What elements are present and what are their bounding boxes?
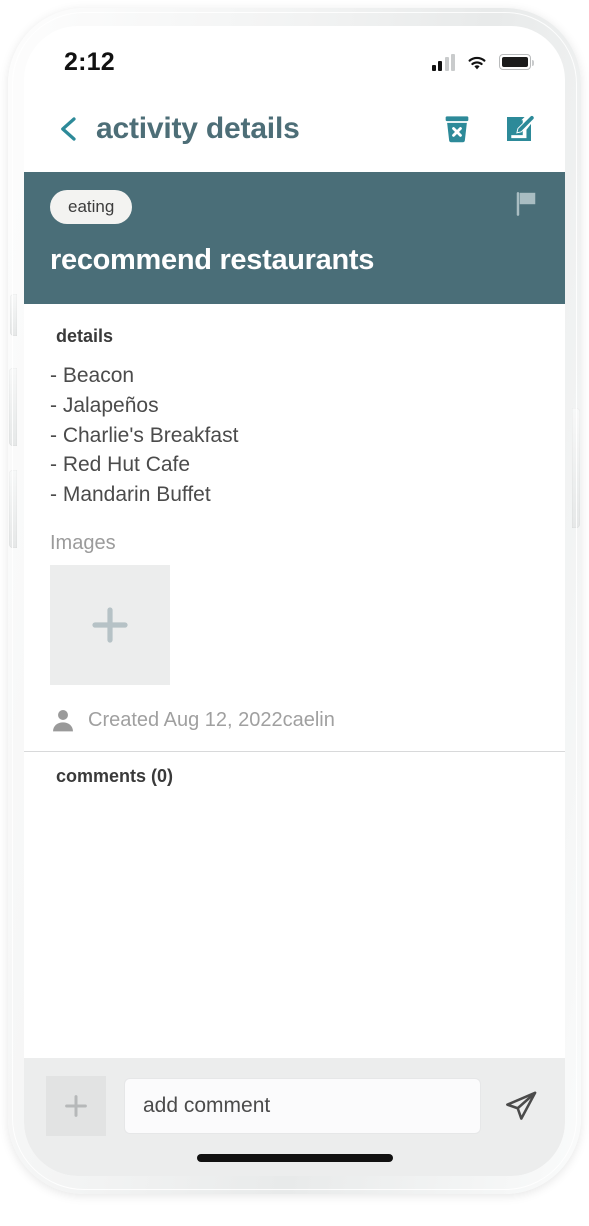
person-icon: [53, 710, 73, 732]
cellular-signal-icon: [431, 53, 455, 71]
phone-screen: 2:12 activity details eating recommend r…: [24, 26, 565, 1176]
details-body-text: - Beacon - Jalapeños - Charlie's Breakfa…: [50, 364, 239, 507]
status-time: 2:12: [64, 47, 115, 76]
flag-icon[interactable]: [513, 190, 539, 218]
plus-icon: [65, 1095, 87, 1117]
images-label: Images: [50, 532, 116, 555]
edit-pencil-square-icon[interactable]: [503, 113, 535, 145]
navbar-actions: [441, 113, 535, 145]
volume-down-button[interactable]: [9, 470, 17, 548]
category-badge[interactable]: eating: [50, 190, 133, 224]
created-by-text: Created Aug 12, 2022caelin: [88, 708, 335, 731]
banner-top-row: eating: [50, 190, 539, 224]
status-bar: 2:12: [24, 26, 565, 86]
battery-icon: [499, 54, 535, 70]
details-label: details: [56, 326, 114, 346]
details-section: details - Beacon - Jalapeños - Charlie's…: [24, 304, 565, 752]
screenshot-stage: 2:12 activity details eating recommend r…: [0, 0, 589, 1226]
back-button[interactable]: [52, 109, 86, 149]
wifi-icon: [468, 56, 486, 70]
navigation-bar: activity details: [24, 86, 565, 172]
send-comment-button[interactable]: [499, 1084, 543, 1128]
attach-file-button[interactable]: [46, 1076, 106, 1136]
home-indicator: [196, 1154, 393, 1162]
paper-plane-send-icon: [506, 1091, 537, 1120]
trash-x-icon[interactable]: [441, 113, 473, 145]
comments-label: comments (0): [56, 766, 174, 787]
status-indicators: [431, 53, 535, 71]
power-button[interactable]: [572, 408, 580, 528]
add-image-button[interactable]: [50, 565, 170, 686]
page-title: activity details: [96, 112, 300, 145]
activity-title: recommend restaurants: [50, 244, 375, 276]
chevron-left-icon: [61, 117, 76, 141]
comments-list[interactable]: [50, 787, 539, 1037]
created-by-row: Created Aug 12, 2022caelin: [50, 707, 539, 751]
add-comment-input[interactable]: [124, 1078, 481, 1134]
plus-icon: [92, 607, 128, 643]
activity-banner: eating recommend restaurants: [24, 172, 565, 304]
volume-up-button[interactable]: [9, 368, 17, 446]
silent-switch-button[interactable]: [10, 294, 17, 336]
